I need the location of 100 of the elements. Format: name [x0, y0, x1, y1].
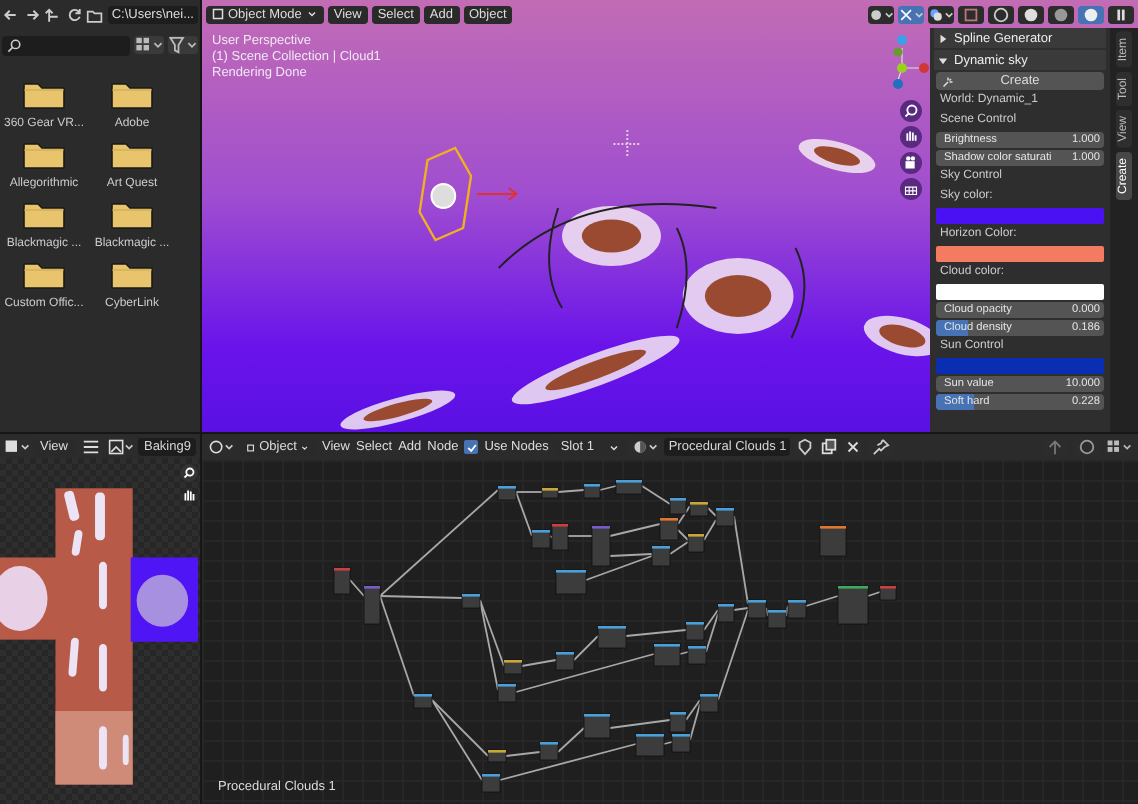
hand-pan-icon[interactable] [899, 126, 921, 148]
filter-icon[interactable] [168, 36, 198, 54]
shader-node[interactable] [717, 603, 735, 623]
display-mode-icon[interactable] [134, 36, 164, 54]
shader-node[interactable] [837, 585, 869, 625]
shader-node[interactable] [615, 479, 643, 495]
shader-node[interactable] [461, 593, 481, 609]
color-swatch[interactable] [936, 208, 1104, 224]
editor-type-icon[interactable] [208, 438, 234, 456]
cloud-drawing [562, 206, 661, 266]
shader-node[interactable] [531, 529, 551, 549]
gizmo-toggle-icon[interactable] [898, 5, 924, 23]
duplicate-icon[interactable] [820, 438, 839, 456]
shader-node[interactable] [669, 711, 687, 733]
caret-icon [305, 8, 318, 20]
shader-node[interactable] [767, 609, 787, 629]
node-link [805, 595, 839, 607]
folder-icon[interactable] [22, 200, 66, 230]
shader-node[interactable] [591, 525, 611, 567]
overlay-toggle-icon[interactable] [928, 5, 954, 23]
solid-shading-icon[interactable] [1018, 5, 1044, 23]
caret-icon [300, 441, 310, 453]
shader-node[interactable] [541, 487, 559, 499]
shader-node[interactable] [539, 741, 559, 761]
xray-icon[interactable] [958, 5, 984, 23]
search-field[interactable] [2, 35, 130, 55]
zoom-icon[interactable] [899, 100, 921, 122]
shader-node[interactable] [659, 517, 679, 541]
node-link [609, 523, 661, 537]
zoom-icon[interactable] [180, 464, 198, 482]
cube-icon [212, 8, 224, 20]
grid-icon[interactable] [899, 178, 921, 200]
rendered-shading-icon[interactable] [1078, 5, 1104, 23]
selected-object-drawing [418, 146, 473, 242]
shader-node[interactable] [583, 713, 611, 739]
shader-node[interactable] [787, 599, 807, 619]
shield-icon[interactable] [796, 438, 815, 456]
shader-node[interactable] [687, 533, 705, 553]
cloud-drawing [340, 390, 456, 430]
folder-icon[interactable] [110, 140, 154, 170]
cube-icon [246, 441, 256, 453]
shader-node[interactable] [879, 585, 897, 601]
node-link [625, 629, 687, 637]
shader-node[interactable] [689, 501, 709, 517]
shader-node[interactable] [635, 733, 665, 757]
shader-node[interactable] [503, 659, 523, 675]
shader-node[interactable] [333, 567, 351, 595]
shader-node[interactable] [481, 773, 501, 793]
cloud-drawing [798, 138, 876, 174]
shader-node[interactable] [715, 507, 735, 527]
shader-node[interactable] [747, 599, 767, 619]
shader-node[interactable] [551, 523, 569, 551]
layout-icon[interactable] [1106, 438, 1132, 456]
shader-node[interactable] [671, 733, 691, 753]
shader-node[interactable] [487, 749, 507, 763]
node-link [431, 699, 489, 757]
color-swatch[interactable] [936, 246, 1104, 262]
shader-node[interactable] [699, 693, 719, 713]
shader-node[interactable] [497, 683, 517, 703]
shader-node[interactable] [555, 569, 587, 595]
shader-node[interactable] [669, 497, 687, 515]
shader-node[interactable] [687, 645, 707, 665]
shader-node[interactable] [651, 545, 671, 567]
node-link [349, 579, 365, 597]
shader-node[interactable] [363, 585, 381, 625]
material-shading-icon[interactable] [1048, 5, 1074, 23]
node-link [599, 485, 617, 491]
refresh-icon[interactable] [65, 6, 83, 24]
new-folder-icon[interactable] [86, 6, 104, 24]
shader-node[interactable] [653, 643, 681, 667]
back-arrow-icon[interactable] [2, 6, 20, 24]
folder-icon[interactable] [110, 200, 154, 230]
folder-icon[interactable] [22, 140, 66, 170]
wireframe-shading-icon[interactable] [988, 5, 1014, 23]
wand-icon [942, 75, 954, 87]
folder-icon[interactable] [110, 260, 154, 290]
forward-arrow-icon[interactable] [23, 6, 41, 24]
hand-pan-icon[interactable] [180, 486, 198, 504]
shader-node[interactable] [597, 625, 627, 649]
shader-node[interactable] [413, 693, 433, 709]
image-icon[interactable] [107, 437, 134, 455]
shader-node[interactable] [583, 483, 601, 499]
node-link [557, 489, 585, 493]
menu-icon[interactable] [77, 437, 104, 455]
close-icon[interactable] [844, 438, 863, 456]
camera-icon[interactable] [899, 152, 921, 174]
folder-icon[interactable] [110, 80, 154, 110]
parent-folder-icon[interactable] [44, 6, 62, 24]
folder-icon[interactable] [22, 80, 66, 110]
shader-node[interactable] [685, 621, 705, 641]
shader-node[interactable] [819, 525, 847, 557]
node-link [609, 719, 671, 729]
shader-node[interactable] [497, 485, 517, 501]
folder-icon[interactable] [22, 260, 66, 290]
color-swatch[interactable] [936, 358, 1104, 374]
shader-node[interactable] [555, 651, 575, 671]
pause-icon[interactable] [1108, 5, 1134, 23]
editor-type-icon[interactable] [4, 437, 30, 455]
color-swatch[interactable] [936, 284, 1104, 300]
use-nodes-checkbox[interactable] [464, 440, 479, 454]
